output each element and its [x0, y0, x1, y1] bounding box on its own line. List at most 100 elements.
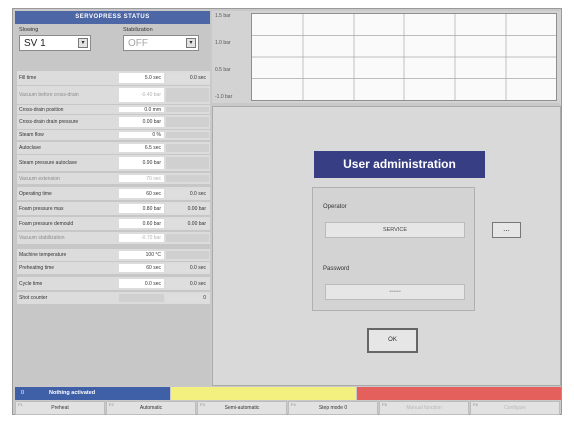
chevron-down-icon[interactable]: ▾ [78, 38, 88, 48]
user-administration-dialog: User administration Operator SERVICE Pas… [212, 106, 561, 386]
password-field[interactable]: •••••• [325, 284, 465, 300]
function-key-label: F2 [109, 402, 114, 407]
parameter-label: Vacuum before cross-drain [19, 92, 79, 98]
parameter-row: Cross-drain drain pressure 0.00 bar [17, 115, 210, 129]
graph-y-label: 0.5 bar [215, 67, 231, 73]
select-operator-button[interactable]: ... [492, 222, 521, 238]
parameter-label: Operating time [19, 190, 52, 197]
mode-button[interactable]: F6 Configure [470, 401, 560, 415]
mode-button[interactable]: F1 Preheat [15, 401, 105, 415]
parameter-label: Steam pressure autoclave [19, 160, 78, 166]
parameter-label: Machine temperature [19, 252, 67, 258]
parameter-actual [166, 175, 209, 182]
mode-button-label: Automatic [139, 405, 163, 411]
dialog-title: User administration [314, 151, 485, 178]
parameter-label: Foam pressure max [19, 205, 64, 212]
slowing-value: SV 1 [24, 38, 46, 49]
parameter-setpoint[interactable]: 0.90 bar [119, 157, 164, 169]
parameter-label: Cycle time [19, 280, 43, 287]
function-key-label: F3 [200, 402, 205, 407]
status-bar: 0 Nothing activated [15, 387, 561, 400]
operator-field[interactable]: SERVICE [325, 222, 465, 238]
parameter-label: Foam pressure demould [19, 220, 74, 227]
mode-button-bar: F1 Preheat F2 Automatic F3 Semi-automatic F4 St… [15, 401, 561, 415]
parameter-setpoint [119, 294, 164, 302]
parameter-label: Vacuum stabilization [19, 235, 65, 241]
parameter-actual: 0.0 sec [166, 264, 209, 272]
panel-title: SERVOPRESS STATUS [15, 11, 210, 24]
parameter-label: Preheating time [19, 265, 55, 271]
parameter-label: Cross-drain position [19, 106, 64, 113]
parameter-setpoint[interactable]: 6.5 sec [119, 144, 164, 152]
parameter-row: Machine temperature 100 °C [17, 249, 210, 261]
parameter-row: Preheating time 60 sec 0.0 sec [17, 262, 210, 274]
password-label: Password [323, 266, 350, 272]
stabilization-label: Stabilization [123, 27, 153, 33]
parameter-actual: 0.0 sec [166, 189, 209, 198]
alarm-indicator [357, 387, 561, 400]
stabilization-value: OFF [128, 38, 148, 49]
parameter-row: Operating time 60 sec 0.0 sec [17, 187, 210, 200]
mode-button-label: Preheat [51, 405, 69, 411]
warning-indicator [171, 387, 356, 400]
parameter-label: Vacuum extension [19, 175, 60, 182]
graph-grid [251, 13, 557, 101]
parameter-setpoint[interactable]: 70 sec [119, 175, 164, 182]
function-key-label: F5 [382, 402, 387, 407]
parameter-setpoint[interactable]: 0.0 sec [119, 279, 164, 288]
parameter-setpoint[interactable]: 0.0 mm [119, 107, 164, 113]
parameter-setpoint[interactable]: 0.00 bar [119, 117, 164, 127]
parameter-actual [166, 157, 209, 169]
parameter-setpoint[interactable]: -0.40 bar [119, 88, 164, 102]
parameter-row: Steam pressure autoclave 0.90 bar [17, 155, 210, 171]
parameter-row: Cross-drain position 0.0 mm [17, 105, 210, 114]
parameter-row: Vacuum extension 70 sec [17, 173, 210, 184]
parameter-setpoint[interactable]: 0.80 bar [119, 204, 164, 213]
parameter-actual [166, 251, 209, 259]
parameter-row: Cycle time 0.0 sec 0.0 sec [17, 277, 210, 290]
parameter-setpoint[interactable]: -0.70 bar [119, 234, 164, 242]
parameter-setpoint[interactable]: 0.60 bar [119, 219, 164, 228]
parameter-label: Shot counter [19, 295, 48, 301]
chevron-down-icon[interactable]: ▾ [186, 38, 196, 48]
parameter-row: Vacuum stabilization -0.70 bar [17, 232, 210, 244]
mode-button-label: Manual function [406, 405, 442, 411]
parameter-setpoint[interactable]: 0 % [119, 132, 164, 138]
grid-lines [252, 14, 556, 100]
parameter-actual: 0.0 sec [166, 73, 209, 83]
parameter-setpoint[interactable]: 60 sec [119, 264, 164, 272]
parameter-row: Vacuum before cross-drain -0.40 bar [17, 86, 210, 104]
process-parameter-panel: SERVOPRESS STATUS Slowing SV 1 ▾ Stabili… [15, 11, 210, 386]
parameter-actual [166, 234, 209, 242]
operator-label: Operator [323, 204, 347, 210]
function-key-label: F4 [291, 402, 296, 407]
parameter-actual: 0.00 bar [166, 219, 209, 228]
parameter-actual [166, 132, 209, 138]
parameter-setpoint[interactable]: 60 sec [119, 189, 164, 198]
mode-button[interactable]: F3 Semi-automatic [197, 401, 287, 415]
machine-hmi-window: SERVOPRESS STATUS Slowing SV 1 ▾ Stabili… [12, 8, 562, 415]
stabilization-select[interactable]: OFF ▾ [123, 35, 199, 51]
parameter-row: Autoclave 6.5 sec [17, 142, 210, 154]
parameter-actual: 0.0 sec [166, 279, 209, 288]
slowing-select[interactable]: SV 1 ▾ [19, 35, 91, 51]
graph-y-label: -1.0 bar [215, 94, 233, 100]
parameter-row: Fill time 5.0 sec 0.0 sec [17, 71, 210, 85]
parameter-actual [166, 107, 209, 112]
parameter-label: Steam flow [19, 132, 44, 138]
parameter-setpoint[interactable]: 100 °C [119, 251, 164, 259]
status-message: 0 Nothing activated [15, 387, 170, 400]
parameter-label: Autoclave [19, 145, 41, 151]
parameter-actual: 0.00 bar [166, 204, 209, 213]
login-form: Operator SERVICE Password •••••• [312, 187, 475, 311]
parameter-actual [166, 88, 209, 102]
parameter-setpoint[interactable]: 5.0 sec [119, 73, 164, 83]
parameter-label: Fill time [19, 75, 37, 81]
mode-button[interactable]: F5 Manual function [379, 401, 469, 415]
mode-button[interactable]: F2 Automatic [106, 401, 196, 415]
ok-button[interactable]: OK [367, 328, 418, 353]
mode-button[interactable]: F4 Step mode 0 [288, 401, 378, 415]
function-key-label: F6 [473, 402, 478, 407]
function-key-label: F1 [18, 402, 23, 407]
status-text: Nothing activated [49, 390, 96, 396]
